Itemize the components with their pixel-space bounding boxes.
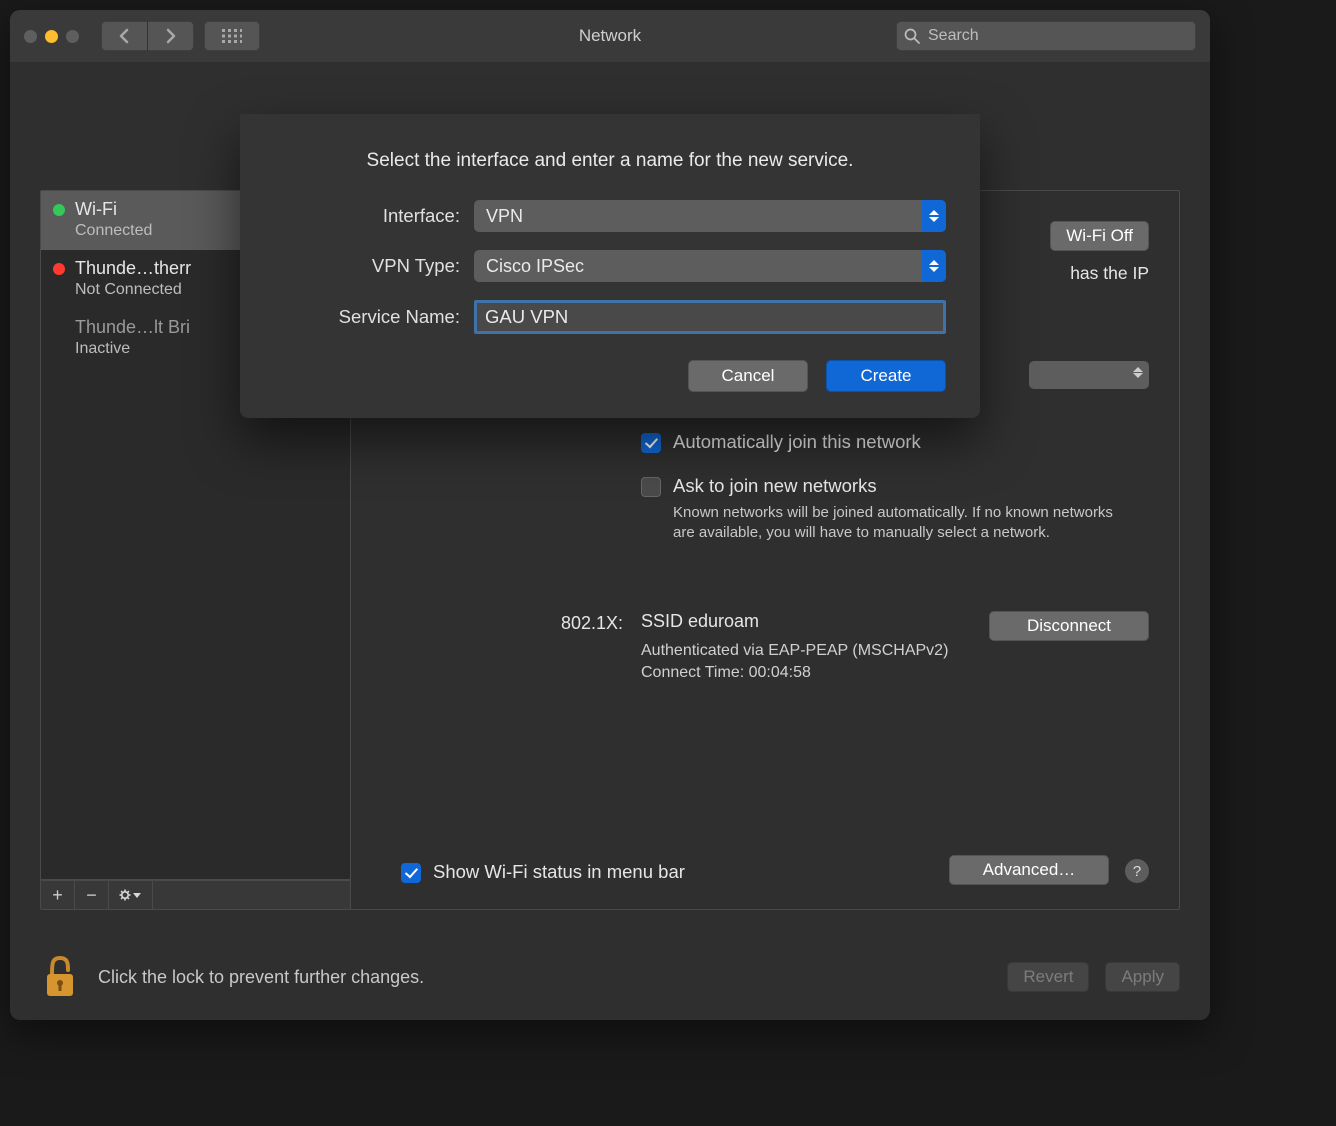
grid-icon — [222, 29, 242, 43]
service-name-label: Service Name: — [274, 306, 474, 328]
zoom-icon[interactable] — [66, 30, 79, 43]
minimize-icon[interactable] — [45, 30, 58, 43]
ask-join-help: Known networks will be joined automatica… — [673, 503, 1121, 544]
search-field[interactable] — [896, 21, 1196, 51]
back-button[interactable] — [101, 21, 147, 51]
apply-button[interactable]: Apply — [1105, 962, 1180, 992]
service-name: Thunde…therr — [75, 258, 191, 279]
ip-status-text: has the IP — [1070, 263, 1149, 284]
service-name: Wi-Fi — [75, 199, 117, 220]
vpn-type-label: VPN Type: — [274, 255, 474, 277]
network-prefs-window: Network Wi-Fi Connected Thunde…therr Not… — [10, 10, 1210, 1020]
8021x-connect-time: Connect Time: 00:04:58 — [641, 664, 811, 681]
add-service-button[interactable]: + — [41, 881, 75, 909]
cancel-button[interactable]: Cancel — [688, 360, 808, 392]
chevron-updown-icon — [922, 200, 946, 232]
new-service-sheet: Select the interface and enter a name fo… — [240, 114, 980, 418]
turn-wifi-off-button[interactable]: Wi-Fi Off — [1050, 221, 1149, 251]
revert-button[interactable]: Revert — [1007, 962, 1089, 992]
auto-join-label: Automatically join this network — [673, 431, 921, 453]
help-button[interactable]: ? — [1125, 859, 1149, 883]
interface-value: VPN — [486, 206, 523, 227]
network-name-dropdown[interactable] — [1029, 361, 1149, 389]
ask-join-checkbox[interactable] — [641, 477, 661, 497]
search-input[interactable] — [926, 26, 1188, 46]
window-body: Wi-Fi Connected Thunde…therr Not Connect… — [10, 62, 1210, 1020]
forward-button[interactable] — [148, 21, 194, 51]
vpn-type-value: Cisco IPSec — [486, 256, 584, 277]
wifi-options: Automatically join this network Ask to j… — [641, 431, 1121, 558]
status-dot-icon — [53, 204, 65, 216]
chevron-updown-icon — [1133, 366, 1143, 379]
disconnect-button[interactable]: Disconnect — [989, 611, 1149, 641]
service-actions-menu[interactable] — [109, 881, 153, 909]
titlebar: Network — [10, 10, 1210, 62]
lock-icon[interactable] — [40, 952, 80, 1002]
status-dot-icon — [53, 263, 65, 275]
status-dot-icon — [53, 322, 65, 334]
show-menubar-label: Show Wi-Fi status in menu bar — [433, 861, 685, 883]
footer: Click the lock to prevent further change… — [40, 952, 1180, 1002]
lock-text: Click the lock to prevent further change… — [98, 967, 424, 988]
traffic-lights — [24, 30, 79, 43]
search-icon — [904, 28, 920, 44]
interface-select[interactable]: VPN — [474, 200, 946, 232]
remove-service-button[interactable]: − — [75, 881, 109, 909]
lock-row: Click the lock to prevent further change… — [40, 952, 424, 1002]
create-button[interactable]: Create — [826, 360, 946, 392]
chevron-updown-icon — [922, 250, 946, 282]
show-menubar-checkbox[interactable] — [401, 863, 421, 883]
interface-label: Interface: — [274, 205, 474, 227]
advanced-button[interactable]: Advanced… — [949, 855, 1109, 885]
8021x-auth-method: Authenticated via EAP-PEAP (MSCHAPv2) — [641, 642, 948, 659]
close-icon[interactable] — [24, 30, 37, 43]
auto-join-checkbox[interactable] — [641, 433, 661, 453]
gear-icon — [119, 888, 143, 902]
vpn-type-select[interactable]: Cisco IPSec — [474, 250, 946, 282]
service-name-input[interactable] — [474, 300, 946, 334]
sidebar-action-bar: + − — [41, 879, 350, 909]
8021x-label: 802.1X: — [537, 611, 623, 634]
show-all-button[interactable] — [204, 21, 260, 51]
ask-join-label: Ask to join new networks — [673, 475, 1121, 497]
service-name: Thunde…lt Bri — [75, 317, 190, 338]
show-menu-bar-row: Show Wi-Fi status in menu bar — [401, 861, 685, 883]
sheet-prompt: Select the interface and enter a name fo… — [274, 150, 946, 172]
nav-back-forward — [101, 21, 194, 51]
